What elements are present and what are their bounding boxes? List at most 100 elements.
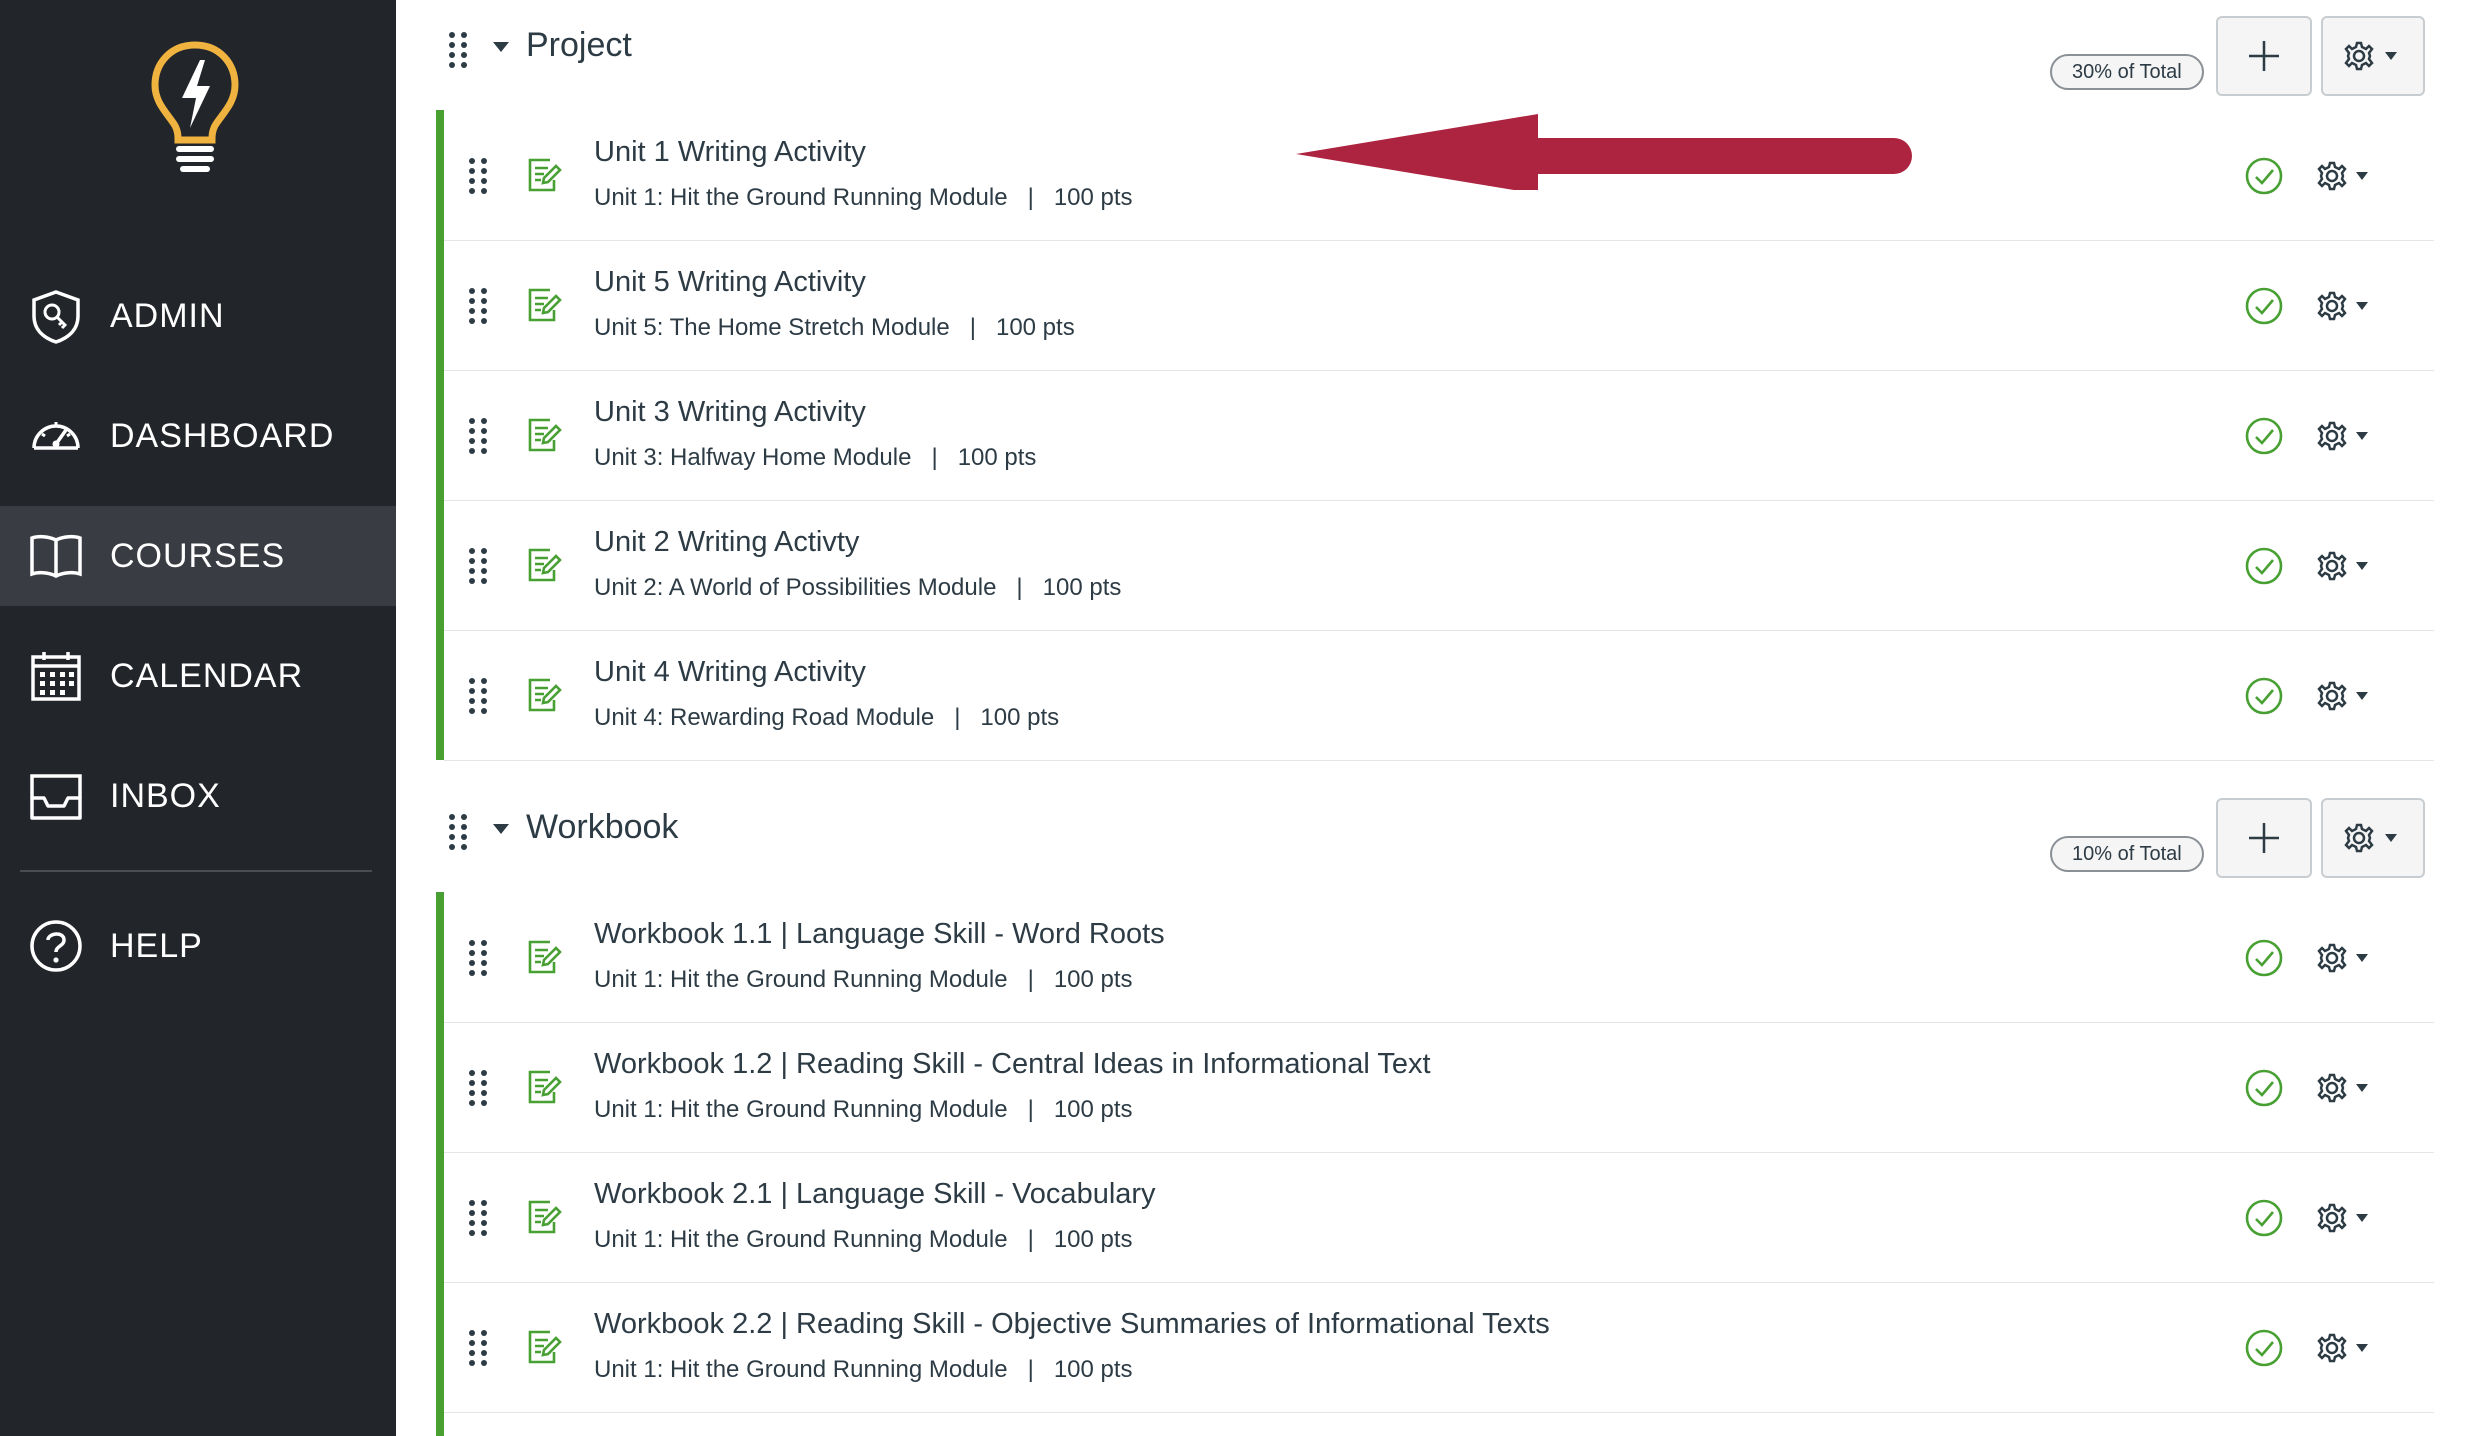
published-check-icon[interactable]: [2244, 156, 2284, 196]
collapse-caret-icon[interactable]: [492, 40, 510, 54]
group-settings-button[interactable]: [2321, 798, 2425, 878]
assignment-title-link[interactable]: Unit 5 Writing Activity: [594, 266, 866, 299]
admin-shield-icon: [32, 290, 80, 344]
assignment-row[interactable]: Workbook 1.1 | Language Skill - Word Roo…: [444, 892, 2434, 1023]
group-settings-button[interactable]: [2321, 16, 2425, 96]
published-check-icon[interactable]: [2244, 1198, 2284, 1238]
assignment-row[interactable]: Unit 3 Writing Activity Unit 3: Halfway …: [444, 370, 2434, 501]
assignment-row[interactable]: Workbook 2.2 | Reading Skill - Objective…: [444, 1282, 2434, 1413]
nav-item-admin[interactable]: ADMIN: [0, 266, 396, 366]
assignment-module[interactable]: Unit 3: Halfway Home Module: [594, 444, 911, 471]
drag-handle-icon[interactable]: [466, 1328, 490, 1368]
assignment-module[interactable]: Unit 1: Hit the Ground Running Module: [594, 1356, 1008, 1383]
plus-icon: [2249, 41, 2279, 71]
assignment-settings-gear-icon[interactable]: [2312, 416, 2376, 456]
assignment-points: 100 pts: [995, 314, 1075, 341]
assignment-settings-gear-icon[interactable]: [2312, 1198, 2376, 1238]
meta-separator: |: [954, 704, 961, 731]
assignment-meta: Unit 1: Hit the Ground Running Module | 10…: [594, 184, 1133, 212]
assignment-module[interactable]: Unit 1: Hit the Ground Running Module: [594, 1096, 1008, 1123]
meta-separator: |: [1027, 1226, 1034, 1253]
collapse-caret-icon[interactable]: [492, 822, 510, 836]
nav-label-calendar: CALENDAR: [110, 656, 304, 695]
assignment-title-link[interactable]: Unit 3 Writing Activity: [594, 396, 866, 429]
drag-handle-icon[interactable]: [466, 546, 490, 586]
assignment-row[interactable]: Workbook 1.2 | Reading Skill - Central I…: [444, 1022, 2434, 1153]
assignment-row[interactable]: Workbook 2.1 | Language Skill - Vocabula…: [444, 1152, 2434, 1283]
assignment-module[interactable]: Unit 1: Hit the Ground Running Module: [594, 966, 1008, 993]
assignment-title-link[interactable]: Workbook 1.1 | Language Skill - Word Roo…: [594, 918, 1165, 951]
meta-separator: |: [1027, 966, 1034, 993]
assignment-settings-gear-icon[interactable]: [2312, 286, 2376, 326]
drag-handle-icon[interactable]: [466, 286, 490, 326]
assignment-settings-gear-icon[interactable]: [2312, 1328, 2376, 1368]
nav-item-help[interactable]: HELP: [0, 896, 396, 996]
drag-handle-icon[interactable]: [466, 1068, 490, 1108]
assignment-settings-gear-icon[interactable]: [2312, 546, 2376, 586]
annotation-arrow-icon: [1296, 114, 1912, 190]
nav-item-calendar[interactable]: CALENDAR: [0, 626, 396, 726]
assignment-settings-gear-icon[interactable]: [2312, 156, 2376, 196]
assignment-module[interactable]: Unit 2: A World of Possibilities Module: [594, 574, 996, 601]
assignment-module[interactable]: Unit 4: Rewarding Road Module: [594, 704, 934, 731]
drag-handle-icon[interactable]: [466, 1198, 490, 1238]
assignment-points: 100 pts: [1053, 1356, 1133, 1383]
assignment-meta: Unit 1: Hit the Ground Running Module | 10…: [594, 966, 1133, 994]
assignment-row[interactable]: Unit 4 Writing Activity Unit 4: Rewardin…: [444, 630, 2434, 761]
global-nav-sidebar: ADMIN DASHBOARD COURSES CALENDAR INBOX H…: [0, 0, 396, 1436]
assignment-module[interactable]: Unit 1: Hit the Ground Running Module: [594, 184, 1008, 211]
add-assignment-button[interactable]: [2216, 16, 2312, 96]
add-assignment-button[interactable]: [2216, 798, 2312, 878]
assignment-icon: [528, 288, 562, 322]
drag-handle-icon[interactable]: [466, 938, 490, 978]
assignment-row[interactable]: Unit 2 Writing Activty Unit 2: A World o…: [444, 500, 2434, 631]
nav-label-help: HELP: [110, 926, 203, 965]
published-check-icon[interactable]: [2244, 1068, 2284, 1108]
drag-handle-icon[interactable]: [466, 416, 490, 456]
assignment-module[interactable]: Unit 1: Hit the Ground Running Module: [594, 1226, 1008, 1253]
assignment-title-link[interactable]: Workbook 2.2 | Reading Skill - Objective…: [594, 1308, 1550, 1341]
assignment-module[interactable]: Unit 5: The Home Stretch Module: [594, 314, 950, 341]
assignment-title-link[interactable]: Unit 1 Writing Activity: [594, 136, 866, 169]
assignment-icon: [528, 158, 562, 192]
nav-item-inbox[interactable]: INBOX: [0, 746, 396, 846]
assignment-title-link[interactable]: Unit 2 Writing Activty: [594, 526, 859, 559]
assignment-settings-gear-icon[interactable]: [2312, 938, 2376, 978]
nav-label-inbox: INBOX: [110, 776, 221, 815]
assignment-group-header-workbook: Workbook 10% of Total: [396, 782, 2466, 892]
group-title[interactable]: Project: [526, 26, 632, 65]
drag-handle-icon[interactable]: [466, 156, 490, 196]
assignment-meta: Unit 4: Rewarding Road Module | 100 pts: [594, 704, 1059, 732]
published-check-icon[interactable]: [2244, 416, 2284, 456]
meta-separator: |: [1027, 1356, 1034, 1383]
nav-label-courses: COURSES: [110, 536, 286, 575]
assignment-points: 100 pts: [1053, 1226, 1133, 1253]
assignment-row[interactable]: Unit 5 Writing Activity Unit 5: The Home…: [444, 240, 2434, 371]
meta-separator: |: [931, 444, 938, 471]
drag-handle-icon[interactable]: [446, 30, 470, 70]
drag-handle-icon[interactable]: [466, 676, 490, 716]
published-check-icon[interactable]: [2244, 1328, 2284, 1368]
published-check-icon[interactable]: [2244, 286, 2284, 326]
gear-dropdown-icon: [2344, 823, 2397, 853]
assignment-title-link[interactable]: Workbook 1.2 | Reading Skill - Central I…: [594, 1048, 1431, 1081]
nav-item-courses[interactable]: COURSES: [0, 506, 396, 606]
assignment-points: 100 pts: [957, 444, 1037, 471]
published-check-icon[interactable]: [2244, 676, 2284, 716]
assignment-title-link[interactable]: Workbook 2.1 | Language Skill - Vocabula…: [594, 1178, 1156, 1211]
published-check-icon[interactable]: [2244, 938, 2284, 978]
assignment-settings-gear-icon[interactable]: [2312, 1068, 2376, 1108]
nav-item-dashboard[interactable]: DASHBOARD: [0, 386, 396, 486]
assignments-main: Project 30% of Total Unit 1 Writing Acti…: [396, 0, 2466, 1436]
assignment-meta: Unit 1: Hit the Ground Running Module | 10…: [594, 1226, 1133, 1254]
drag-handle-icon[interactable]: [446, 812, 470, 852]
published-check-icon[interactable]: [2244, 546, 2284, 586]
assignment-meta: Unit 1: Hit the Ground Running Module | 10…: [594, 1356, 1133, 1384]
assignment-title-link[interactable]: Unit 4 Writing Activity: [594, 656, 866, 689]
group-weight-badge: 30% of Total: [2050, 54, 2204, 90]
assignment-settings-gear-icon[interactable]: [2312, 676, 2376, 716]
meta-separator: |: [969, 314, 976, 341]
assignment-points: 100 pts: [1053, 966, 1133, 993]
group-title[interactable]: Workbook: [526, 808, 678, 847]
lightbulb-logo-icon[interactable]: [150, 40, 240, 175]
